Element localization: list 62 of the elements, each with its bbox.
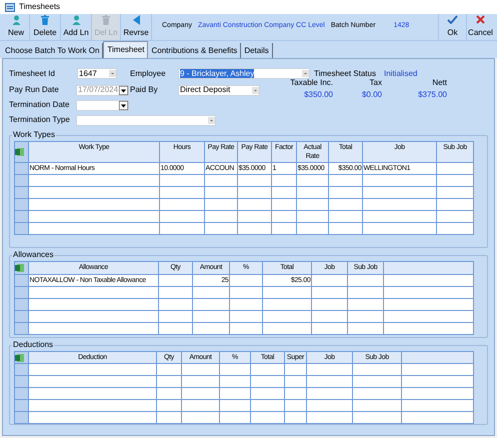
row-selector[interactable] (14, 412, 28, 424)
window-title: Timesheets (19, 1, 60, 13)
total-value: $350.00 (304, 89, 333, 101)
field-label: Employee (130, 68, 167, 80)
triangle-left-icon (132, 15, 140, 25)
group-label: Work Types (12, 129, 56, 141)
tab[interactable]: Timesheet (103, 41, 148, 58)
spreadsheet-icon (15, 354, 24, 362)
person-icon (12, 15, 20, 25)
status-value: Initialised (384, 68, 418, 80)
total-value: $375.00 (418, 89, 447, 101)
employee-dropdown[interactable]: 9 - Bricklayer, Ashley (178, 68, 310, 79)
dropdown-arrow-icon (302, 70, 309, 77)
toolbar-button[interactable]: New (3, 14, 30, 40)
spreadsheet-icon (15, 148, 24, 156)
row-selector[interactable] (14, 400, 28, 412)
ok-button[interactable]: Ok (438, 14, 466, 40)
total-label: Tax (370, 77, 382, 89)
close-icon (476, 15, 485, 24)
row-selector[interactable] (14, 222, 28, 234)
row-selector[interactable] (14, 174, 28, 186)
row-selector[interactable] (14, 210, 28, 222)
row-selector[interactable] (14, 310, 28, 322)
termination-date-field[interactable] (76, 100, 129, 110)
row-selector[interactable] (14, 298, 28, 310)
trash-icon (41, 15, 49, 25)
row-selector[interactable] (14, 274, 28, 286)
cancel-button[interactable]: Cancel (466, 14, 494, 40)
row-selector[interactable] (14, 198, 28, 210)
total-value: $0.00 (362, 89, 382, 101)
dropdown-arrow-icon (208, 116, 215, 124)
group-label: Allowances (12, 249, 54, 261)
dropdown-arrow-icon (119, 100, 128, 110)
toolbar-button[interactable]: Delete (30, 14, 61, 40)
toolbar-button[interactable]: Revrse (121, 14, 152, 40)
trash-icon (102, 15, 110, 25)
paid-by-dropdown[interactable]: Direct Deposit (178, 84, 260, 96)
row-selector[interactable] (14, 286, 28, 298)
app-icon (5, 2, 15, 12)
spreadsheet-icon (15, 264, 24, 272)
dropdown-arrow-icon (119, 86, 128, 94)
timesheet-id-field[interactable]: 1647 (77, 68, 117, 79)
total-label: Nett (432, 77, 447, 89)
row-selector[interactable] (14, 162, 28, 174)
field-label: Termination Date (9, 99, 70, 111)
field-label: Termination Type (9, 114, 71, 126)
row-selector[interactable] (14, 186, 28, 198)
field-label: Pay Run Date (9, 84, 60, 96)
row-selector[interactable] (14, 376, 28, 388)
dropdown-arrow-icon (252, 86, 259, 94)
field-label: Paid By (130, 84, 159, 96)
row-selector[interactable] (14, 322, 28, 334)
total-label: Taxable Inc. (290, 77, 333, 89)
row-selector[interactable] (14, 388, 28, 400)
row-selector[interactable] (14, 364, 28, 376)
tab[interactable]: Choose Batch To Work On (2, 43, 104, 58)
dropdown-arrow-icon (109, 70, 116, 77)
group-label: Deductions (12, 339, 54, 351)
field-label: Timesheet Id (9, 68, 56, 80)
person-icon (72, 15, 80, 25)
check-icon (447, 15, 458, 24)
field-label: Timesheet Status (314, 68, 377, 79)
